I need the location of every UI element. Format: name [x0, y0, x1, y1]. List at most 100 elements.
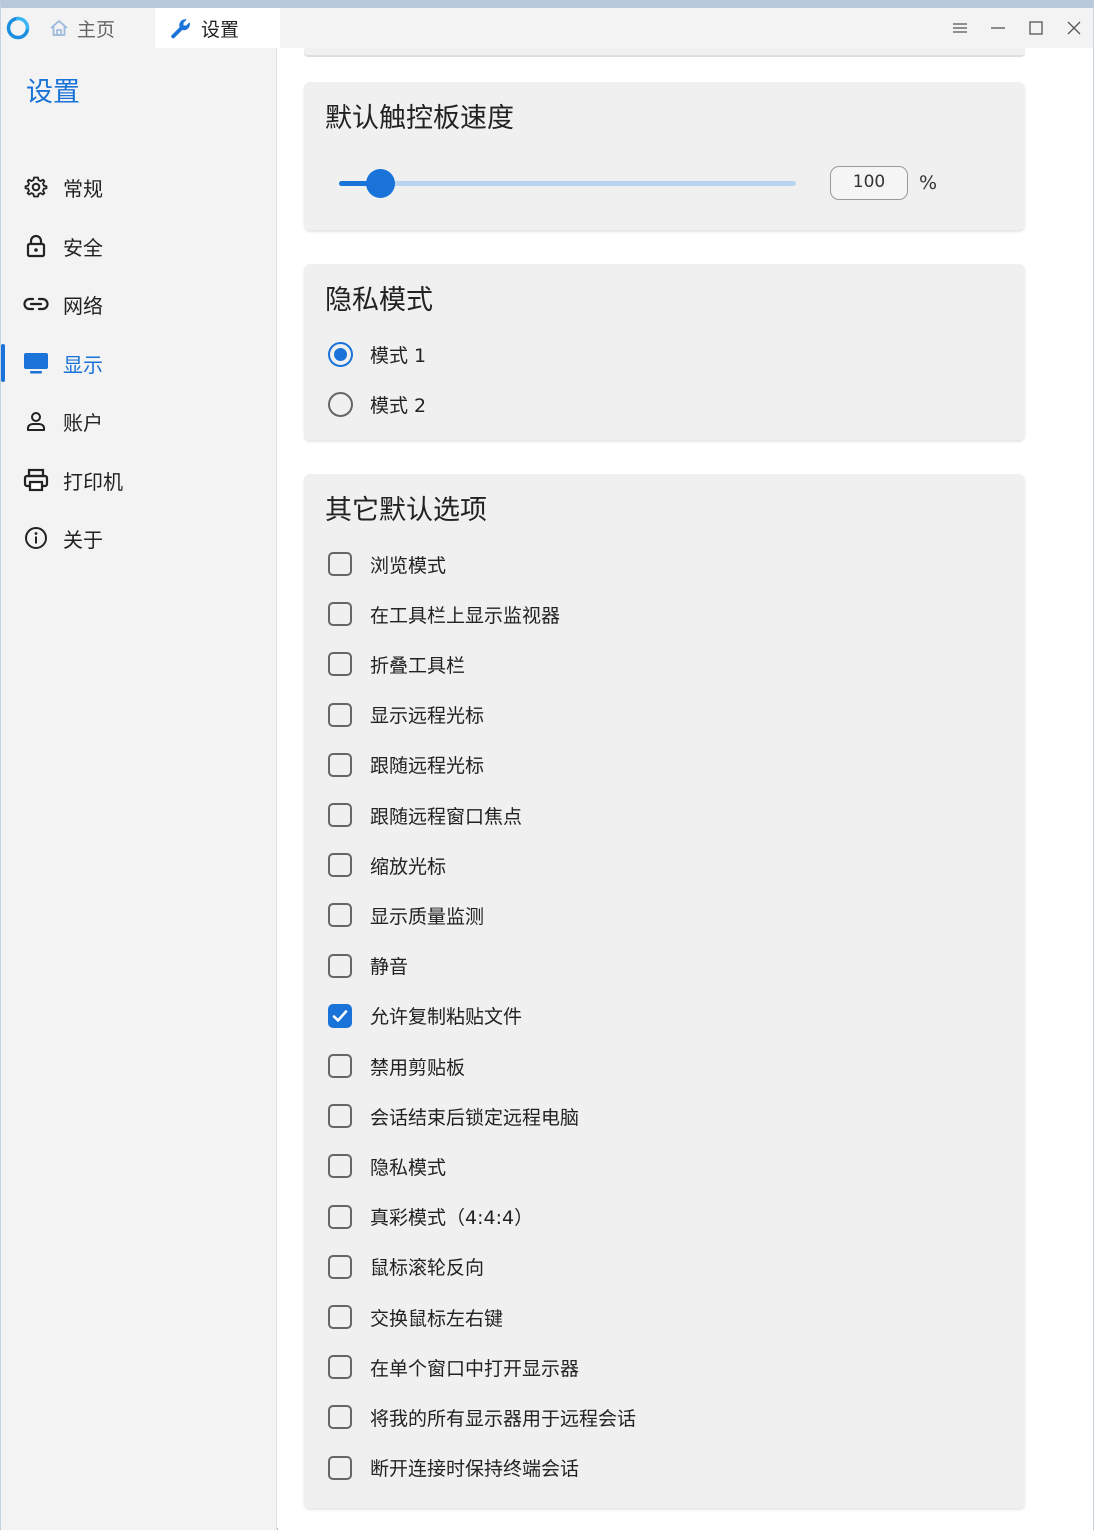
percent-unit: %: [919, 172, 938, 194]
sidebar-title: 设置: [26, 77, 80, 108]
option-label: 断开连接时保持终端会话: [370, 1458, 580, 1481]
option-label: 会话结束后锁定远程电脑: [370, 1106, 580, 1129]
checkbox-option[interactable]: 隐私模式: [328, 1150, 446, 1182]
touchpad-speed-input[interactable]: 100: [830, 166, 908, 200]
card-title: 其它默认选项: [325, 495, 487, 526]
checkbox-unchecked[interactable]: [328, 953, 352, 978]
radio-button[interactable]: [328, 391, 353, 417]
sidebar-item-security[interactable]: 安全: [1, 223, 277, 269]
sidebar-item-display[interactable]: 显示: [1, 340, 277, 386]
checkbox-option[interactable]: 允许复制粘贴文件: [328, 1000, 522, 1032]
person-icon: [23, 408, 49, 434]
gear-icon: [23, 174, 49, 200]
checkbox-option[interactable]: 禁用剪贴板: [328, 1050, 465, 1082]
option-label: 允许复制粘贴文件: [370, 1006, 523, 1029]
option-label: 显示质量监测: [370, 905, 485, 928]
sidebar-item-label: 安全: [63, 235, 103, 260]
checkbox-unchecked[interactable]: [328, 1305, 352, 1329]
checkbox-unchecked[interactable]: [328, 702, 352, 727]
option-label: 折叠工具栏: [370, 654, 466, 677]
sidebar-item-label: 显示: [63, 352, 103, 377]
option-label: 静音: [370, 956, 409, 979]
option-label: 显示远程光标: [370, 705, 485, 728]
option-label: 模式 2: [370, 394, 427, 417]
checkbox-unchecked[interactable]: [328, 1204, 352, 1229]
checkbox-unchecked[interactable]: [328, 1054, 352, 1078]
checkbox-unchecked[interactable]: [328, 552, 352, 576]
privacy-option-mode-2[interactable]: 模式 2: [328, 388, 426, 420]
checkbox-option[interactable]: 真彩模式（4:4:4）: [328, 1201, 533, 1233]
checkbox-option[interactable]: 跟随远程光标: [328, 749, 484, 781]
checkbox-option[interactable]: 跟随远程窗口焦点: [328, 799, 522, 831]
option-label: 模式 1: [370, 344, 427, 367]
option-label: 在单个窗口中打开显示器: [370, 1357, 580, 1380]
checkbox-option[interactable]: 显示远程光标: [328, 699, 484, 731]
checkbox-checked[interactable]: [328, 1003, 352, 1028]
app-logo-icon: [1, 8, 35, 48]
maximize-icon[interactable]: [1017, 8, 1055, 48]
radio-button[interactable]: [328, 341, 353, 367]
tab-settings[interactable]: 设置: [155, 8, 280, 48]
checkbox-unchecked[interactable]: [328, 752, 352, 777]
option-label: 将我的所有显示器用于远程会话: [370, 1407, 637, 1430]
checkbox-option[interactable]: 静音: [328, 950, 408, 982]
option-label: 在工具栏上显示监视器: [370, 604, 561, 627]
checkbox-option[interactable]: 鼠标滚轮反向: [328, 1251, 484, 1283]
slider-thumb[interactable]: [366, 169, 396, 198]
option-label: 跟随远程光标: [370, 755, 485, 778]
sidebar-item-label: 关于: [63, 527, 103, 552]
checkbox-option[interactable]: 断开连接时保持终端会话: [328, 1452, 579, 1484]
checkbox-option[interactable]: 在单个窗口中打开显示器: [328, 1351, 579, 1383]
settings-content[interactable]: 默认触控板速度 100 % 隐私模式 模式 1 模式 2 其它默认选项 浏览模式…: [278, 48, 1093, 1530]
checkbox-unchecked[interactable]: [328, 1104, 352, 1129]
checkbox-unchecked[interactable]: [328, 903, 352, 928]
checkbox-option[interactable]: 交换鼠标左右键: [328, 1301, 503, 1333]
checkbox-unchecked[interactable]: [328, 1455, 352, 1480]
checkbox-unchecked[interactable]: [328, 803, 352, 827]
checkbox-unchecked[interactable]: [328, 652, 352, 677]
minimize-icon[interactable]: [979, 8, 1017, 48]
monitor-icon: [23, 350, 49, 376]
checkbox-option[interactable]: 浏览模式: [328, 548, 446, 580]
option-label: 交换鼠标左右键: [370, 1307, 504, 1330]
privacy-option-mode-1[interactable]: 模式 1: [328, 338, 426, 370]
tab-settings-label: 设置: [201, 18, 240, 41]
title-bar: 主页 设置: [1, 8, 1093, 48]
checkbox-option[interactable]: 将我的所有显示器用于远程会话: [328, 1401, 636, 1433]
checkbox-unchecked[interactable]: [328, 602, 352, 627]
lock-icon: [23, 233, 49, 259]
sidebar-item-account[interactable]: 账户: [1, 398, 277, 444]
checkbox-unchecked[interactable]: [328, 853, 352, 878]
option-label: 隐私模式: [370, 1156, 447, 1179]
link-icon: [23, 291, 49, 317]
printer-icon: [23, 467, 49, 493]
checkbox-unchecked[interactable]: [328, 1355, 352, 1380]
checkbox-option[interactable]: 显示质量监测: [328, 899, 484, 931]
close-icon[interactable]: [1055, 8, 1093, 48]
checkbox-option[interactable]: 缩放光标: [328, 849, 446, 881]
privacy-mode-card: 隐私模式 模式 1 模式 2: [304, 264, 1025, 440]
checkbox-option[interactable]: 折叠工具栏: [328, 648, 465, 680]
option-label: 缩放光标: [370, 855, 447, 878]
checkmark-icon: [332, 1009, 348, 1022]
checkbox-unchecked[interactable]: [328, 1254, 352, 1279]
checkbox-option[interactable]: 会话结束后锁定远程电脑: [328, 1100, 579, 1132]
checkbox-unchecked[interactable]: [328, 1405, 352, 1430]
wrench-icon: [169, 16, 193, 40]
tab-home[interactable]: 主页: [35, 8, 155, 48]
sidebar-item-network[interactable]: 网络: [1, 281, 277, 327]
touchpad-speed-slider[interactable]: [339, 169, 796, 198]
sidebar-item-about[interactable]: 关于: [1, 515, 277, 561]
sidebar-item-printer[interactable]: 打印机: [1, 457, 277, 503]
sidebar-item-general[interactable]: 常规: [1, 164, 277, 210]
home-icon: [49, 18, 69, 38]
card-title: 隐私模式: [325, 285, 433, 316]
checkbox-option[interactable]: 在工具栏上显示监视器: [328, 598, 560, 630]
menu-icon[interactable]: [941, 8, 979, 48]
option-label: 跟随远程窗口焦点: [370, 805, 523, 828]
app-window: 主页 设置 设置 常规 安全 网络 显示 账户 打印机 关于 默认触控板速度 1…: [0, 0, 1094, 1530]
touchpad-speed-card: 默认触控板速度 100 %: [304, 82, 1025, 230]
sidebar-item-label: 常规: [63, 176, 103, 201]
checkbox-unchecked[interactable]: [328, 1154, 352, 1179]
info-icon: [23, 525, 49, 551]
